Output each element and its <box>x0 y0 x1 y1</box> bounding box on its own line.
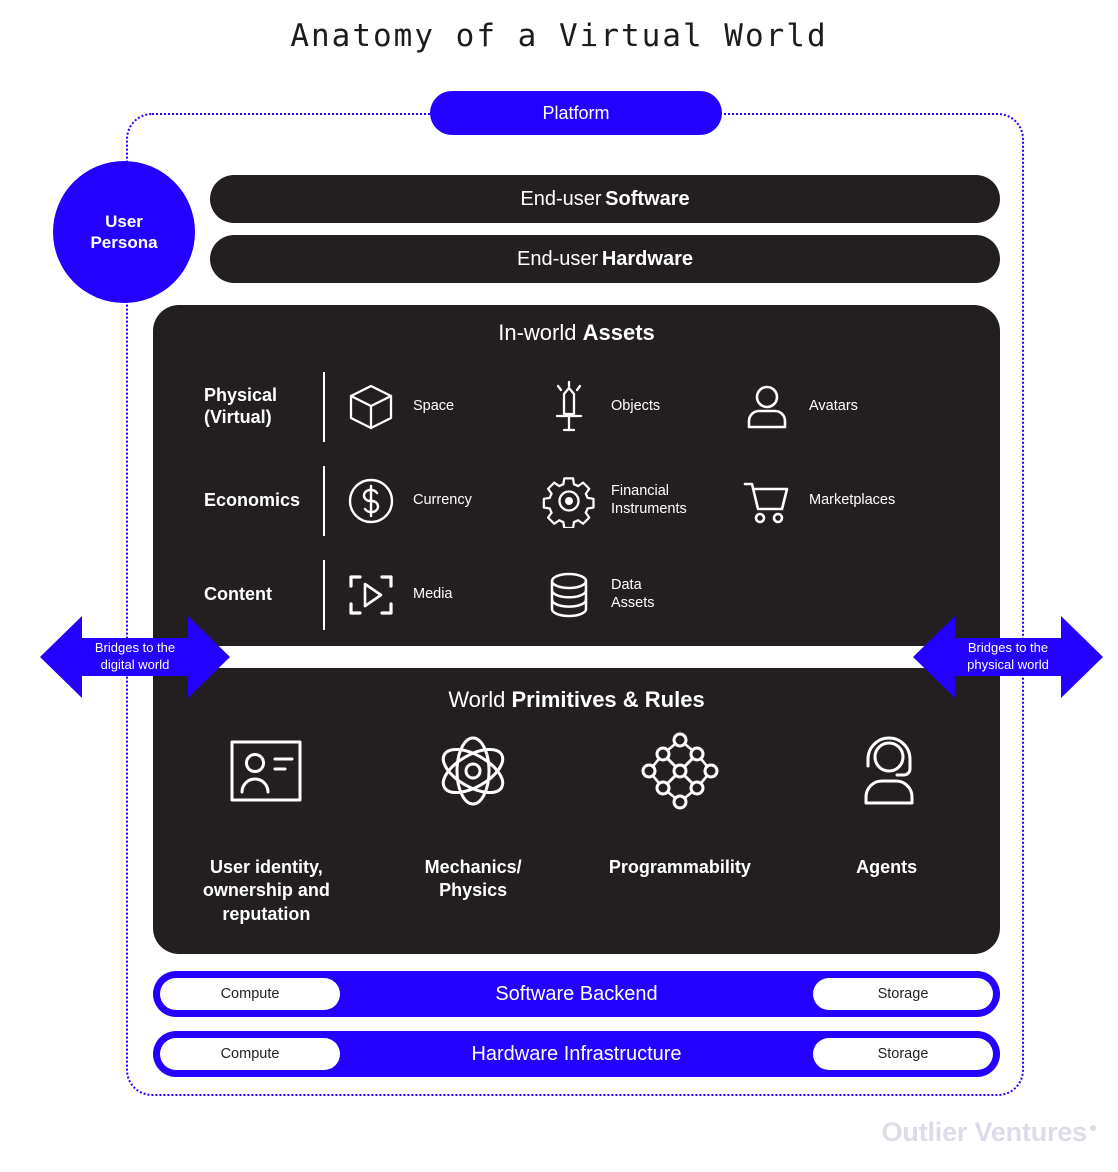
chip-label: Storage <box>877 1046 929 1062</box>
bridge-digital-world: Bridges to the digital world <box>40 600 230 714</box>
end-user-hardware-prefix: End-user <box>517 247 599 270</box>
hardware-compute-chip: Compute <box>160 1038 340 1070</box>
asset-item-marketplaces: Marketplaces <box>739 473 937 529</box>
software-backend-bar: Compute Software Backend Storage <box>153 971 1000 1017</box>
asset-row-label: Economics <box>204 490 301 511</box>
headset-agent-icon <box>846 730 928 812</box>
person-icon <box>739 379 795 435</box>
primitive-programmability: Programmability <box>577 730 784 926</box>
asset-item-label: Marketplaces <box>809 492 896 509</box>
node-network-icon <box>639 730 721 812</box>
asset-item-label: Financial Instruments <box>611 483 687 517</box>
asset-row: Physical (Virtual) Space Objects Avatars <box>173 360 993 454</box>
asset-item-label: Media <box>413 586 453 603</box>
software-backend-label: Software Backend <box>495 982 658 1005</box>
asset-row: Content Media Data Assets <box>173 548 993 642</box>
asset-item-label: Data Assets <box>611 577 655 611</box>
asset-item-objects: Objects <box>541 379 739 435</box>
asset-item-space: Space <box>343 379 541 435</box>
hardware-storage-chip: Storage <box>813 1038 993 1070</box>
asset-item-currency: Currency <box>343 473 541 529</box>
atom-icon <box>432 730 514 812</box>
software-storage-chip: Storage <box>813 978 993 1010</box>
cube-icon <box>343 379 399 435</box>
chip-label: Compute <box>220 1046 280 1062</box>
bridge-physical-world: Bridges to the physical world <box>913 600 1103 714</box>
asset-row-label: Physical (Virtual) <box>204 385 278 427</box>
asset-item-media: Media <box>343 567 541 623</box>
primitive-label: Mechanics/ Physics <box>424 857 522 901</box>
assets-title-prefix: In-world <box>498 320 577 345</box>
row-divider <box>323 372 325 442</box>
primitive-label: Agents <box>856 857 918 877</box>
primitive-label: User identity, ownership and reputation <box>202 857 330 924</box>
brand-dot-icon <box>1090 1125 1096 1131</box>
in-world-assets-title: In-world Assets <box>153 320 1000 346</box>
asset-item-avatars: Avatars <box>739 379 937 435</box>
platform-pill: Platform <box>430 91 722 135</box>
end-user-hardware-bar: End-user Hardware <box>210 235 1000 283</box>
end-user-software-prefix: End-user <box>520 187 602 210</box>
chip-label: Storage <box>877 986 929 1002</box>
user-persona-label: User Persona <box>90 211 158 252</box>
end-user-software-emphasis: Software <box>605 187 690 210</box>
platform-label: Platform <box>542 102 610 123</box>
media-play-icon <box>343 567 399 623</box>
asset-item-data-assets: Data Assets <box>541 567 739 623</box>
primitives-grid: User identity, ownership and reputation … <box>163 730 990 926</box>
gear-icon <box>541 473 597 529</box>
end-user-hardware-emphasis: Hardware <box>601 247 693 270</box>
asset-item-label: Avatars <box>809 398 858 415</box>
user-persona-bubble: User Persona <box>53 161 195 303</box>
hardware-infrastructure-label: Hardware Infrastructure <box>471 1042 682 1065</box>
stack-divider-stripe <box>153 646 1000 668</box>
primitive-mechanics-physics: Mechanics/ Physics <box>370 730 577 926</box>
row-divider <box>323 466 325 536</box>
database-icon <box>541 567 597 623</box>
row-divider <box>323 560 325 630</box>
page-title: Anatomy of a Virtual World <box>290 18 828 54</box>
end-user-software-bar: End-user Software <box>210 175 1000 223</box>
primitive-agents: Agents <box>783 730 990 926</box>
asset-item-financial-instruments: Financial Instruments <box>541 473 739 529</box>
bridge-label: Bridges to the digital world <box>94 640 176 672</box>
assets-title-emphasis: Assets <box>582 320 655 345</box>
asset-row: Economics Currency Financial Instruments… <box>173 454 993 548</box>
asset-item-label: Space <box>413 398 455 415</box>
asset-item-label: Currency <box>413 492 472 509</box>
chip-label: Compute <box>220 986 280 1002</box>
software-compute-chip: Compute <box>160 978 340 1010</box>
brand-name: Outlier Ventures <box>881 1117 1088 1147</box>
sword-icon <box>541 379 597 435</box>
assets-grid: Physical (Virtual) Space Objects Avatars… <box>173 360 993 642</box>
asset-item-label: Objects <box>611 398 661 415</box>
primitives-title-emphasis: Primitives & Rules <box>511 687 705 712</box>
primitives-title-prefix: World <box>448 687 506 712</box>
primitive-user-identity: User identity, ownership and reputation <box>163 730 370 926</box>
bridge-label: Bridges to the physical world <box>967 640 1049 672</box>
hardware-infrastructure-bar: Compute Hardware Infrastructure Storage <box>153 1031 1000 1077</box>
primitive-label: Programmability <box>608 857 751 877</box>
world-primitives-title: World Primitives & Rules <box>153 687 1000 713</box>
dollar-circle-icon <box>343 473 399 529</box>
id-card-icon <box>225 730 307 812</box>
brand-logo: Outlier Ventures <box>882 1117 1096 1148</box>
shopping-cart-icon <box>739 473 795 529</box>
